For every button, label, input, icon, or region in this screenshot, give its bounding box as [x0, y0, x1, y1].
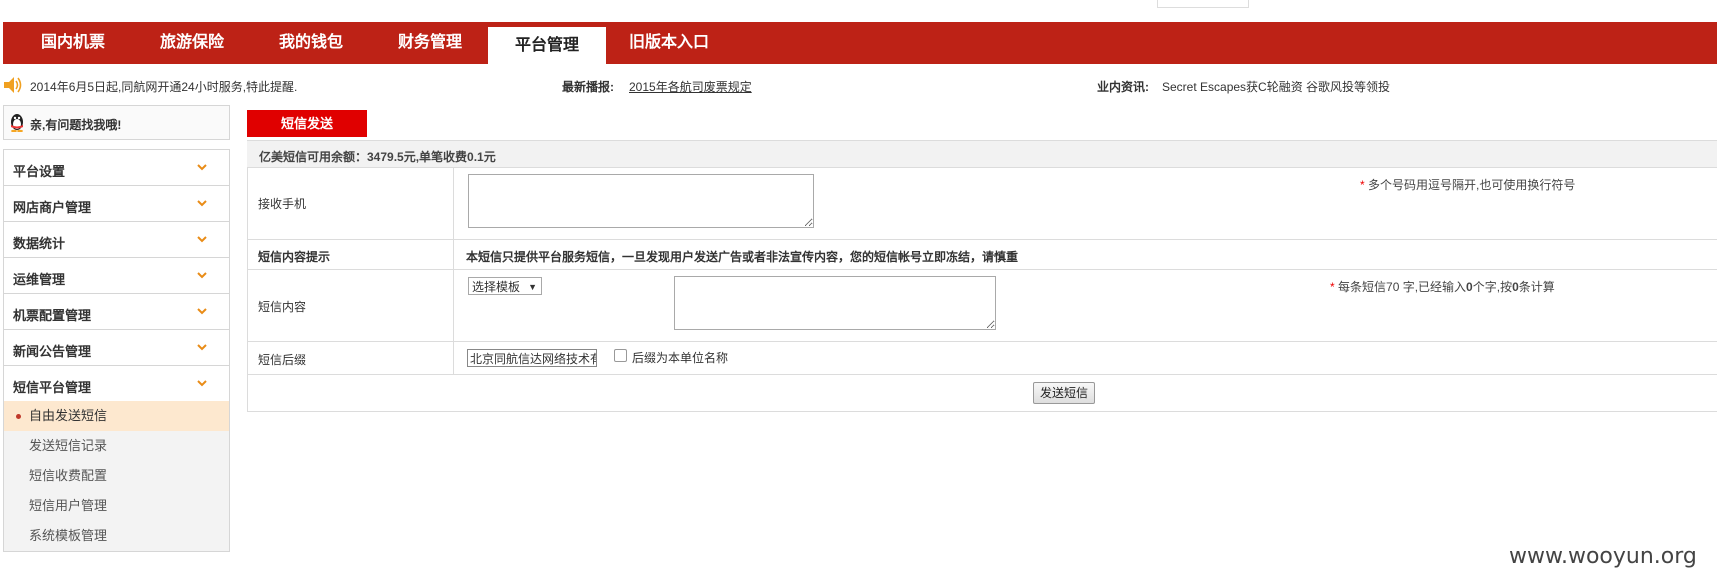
- sidebar-item-ticket-config[interactable]: 机票配置管理: [4, 294, 229, 330]
- form-label-cell: 短信内容提示: [248, 240, 454, 269]
- phone-numbers-textarea[interactable]: [468, 174, 814, 228]
- chevron-down-icon: [197, 272, 207, 279]
- form-row-suffix: 短信后缀 北京同航信达网络技术有限 后缀为本单位名称: [248, 342, 1717, 375]
- sms-form: 接收手机 * 多个号码用逗号隔开,也可使用换行符号 短信内容提示 本短信只提供平…: [247, 168, 1717, 412]
- top-strip: [0, 0, 1717, 22]
- submenu-item-sms-records[interactable]: 发送短信记录: [4, 431, 229, 461]
- typed-count: 0: [1466, 280, 1473, 294]
- required-star: *: [1330, 280, 1335, 294]
- form-row-content: 短信内容 选择模板 ▼ * 每条短信70 字,已经输入0个字,按0条计算: [248, 270, 1717, 342]
- sidebar-menu: 平台设置 网店商户管理 数据统计 运维管理 机票配置管理 新闻公告管理 短信平台…: [3, 149, 230, 402]
- form-label-cell: 短信内容: [248, 270, 454, 341]
- required-star: *: [1360, 178, 1365, 192]
- qq-help-label: 亲,有问题找我哦!: [30, 118, 122, 132]
- sidebar-item-shop-merchants[interactable]: 网店商户管理: [4, 186, 229, 222]
- form-row-submit: 发送短信: [248, 375, 1717, 412]
- chevron-down-icon: [197, 200, 207, 207]
- sidebar-item-label: 新闻公告管理: [13, 344, 92, 359]
- submenu-item-send-sms[interactable]: 自由发送短信: [4, 401, 229, 431]
- send-sms-button[interactable]: 发送短信: [1033, 382, 1095, 404]
- template-select[interactable]: 选择模板 ▼: [468, 277, 542, 295]
- qq-penguin-icon: [11, 114, 23, 132]
- content-hint-c: 个字,按: [1472, 280, 1513, 294]
- submenu-item-label: 自由发送短信: [29, 408, 108, 423]
- content-hint: * 每条短信70 字,已经输入0个字,按0条计算: [1330, 278, 1555, 295]
- sms-submenu: 自由发送短信 发送短信记录 短信收费配置 短信用户管理 系统模板管理: [3, 401, 230, 552]
- nav-item-old-version[interactable]: 旧版本入口: [629, 22, 709, 64]
- sidebar-item-statistics[interactable]: 数据统计: [4, 222, 229, 258]
- chevron-down-icon: [197, 236, 207, 243]
- phone-hint-text: 多个号码用逗号隔开,也可使用换行符号: [1368, 178, 1576, 192]
- form-row-tip: 短信内容提示 本短信只提供平台服务短信，一旦发现用户发送广告或者非法宣传内容，您…: [248, 240, 1717, 270]
- chevron-down-icon: [197, 308, 207, 315]
- content-hint-e: 条计算: [1518, 280, 1555, 294]
- submenu-item-label: 系统模板管理: [29, 528, 108, 543]
- sidebar-item-label: 平台设置: [13, 164, 66, 179]
- notice-text: 2014年6月5日起,同航网开通24小时服务,特此提醒.: [30, 80, 298, 94]
- chevron-down-icon: [197, 344, 207, 351]
- phone-hint: * 多个号码用逗号隔开,也可使用换行符号: [1360, 176, 1575, 193]
- content-hint-a: 每条短信70 字,已经输入: [1338, 280, 1467, 294]
- form-row-phone: 接收手机 * 多个号码用逗号隔开,也可使用换行符号: [248, 168, 1717, 240]
- nav-item-domestic-tickets[interactable]: 国内机票: [41, 22, 105, 64]
- chevron-down-icon: [197, 380, 207, 387]
- industry-label: 业内资讯:: [1097, 80, 1149, 94]
- latest-link[interactable]: 2015年各航司废票规定: [629, 78, 752, 95]
- sidebar-item-ops[interactable]: 运维管理: [4, 258, 229, 294]
- tab-sms-send[interactable]: 短信发送: [247, 110, 367, 137]
- nav-item-travel-insurance[interactable]: 旅游保险: [160, 22, 224, 64]
- main-nav: 国内机票 旅游保险 我的钱包 财务管理 平台管理 旧版本入口: [3, 22, 1717, 64]
- submenu-item-sms-fee-config[interactable]: 短信收费配置: [4, 461, 229, 491]
- sms-count: 0: [1512, 280, 1519, 294]
- nav-item-platform-admin[interactable]: 平台管理: [488, 27, 606, 64]
- nav-item-finance[interactable]: 财务管理: [398, 22, 462, 64]
- template-select-value: 选择模板: [472, 280, 521, 294]
- sidebar-item-label: 运维管理: [13, 272, 66, 287]
- industry-news-link[interactable]: Secret Escapes获C轮融资 谷歌风投等领投: [1162, 78, 1390, 95]
- bullet-icon: [16, 414, 21, 419]
- chevron-down-icon: [197, 164, 207, 171]
- phone-label: 接收手机: [258, 197, 307, 211]
- qq-help-box[interactable]: 亲,有问题找我哦!: [3, 105, 230, 140]
- suffix-label: 短信后缀: [258, 353, 307, 367]
- watermark: www.wooyun.org: [1509, 544, 1697, 569]
- form-label-cell: 短信后缀: [248, 342, 454, 374]
- sidebar-item-label: 数据统计: [13, 236, 66, 251]
- sidebar-item-label: 短信平台管理: [13, 380, 92, 395]
- submenu-item-label: 短信收费配置: [29, 468, 108, 483]
- sms-balance-bar: 亿美短信可用余额：3479.5元,单笔收费0.1元: [247, 140, 1717, 168]
- submenu-item-system-templates[interactable]: 系统模板管理: [4, 521, 229, 551]
- suffix-checkbox-label: 后缀为本单位名称: [632, 351, 729, 365]
- sms-content-textarea[interactable]: [674, 276, 996, 330]
- news-bar: 2014年6月5日起,同航网开通24小时服务,特此提醒. 最新播报: 2015年…: [0, 68, 1717, 102]
- submenu-item-label: 短信用户管理: [29, 498, 108, 513]
- tip-label: 短信内容提示: [258, 250, 331, 264]
- form-label-cell: 接收手机: [248, 168, 454, 239]
- submenu-item-sms-users[interactable]: 短信用户管理: [4, 491, 229, 521]
- tip-text: 本短信只提供平台服务短信，一旦发现用户发送广告或者非法宣传内容，您的短信帐号立即…: [466, 250, 1019, 264]
- top-search-box-edge[interactable]: [1157, 0, 1249, 8]
- sidebar-item-label: 网店商户管理: [13, 200, 92, 215]
- sidebar-item-label: 机票配置管理: [13, 308, 92, 323]
- sidebar-item-sms-platform[interactable]: 短信平台管理: [4, 366, 229, 402]
- nav-item-my-wallet[interactable]: 我的钱包: [279, 22, 343, 64]
- content-label: 短信内容: [258, 300, 307, 314]
- sms-balance-text: 亿美短信可用余额：3479.5元,单笔收费0.1元: [259, 150, 496, 164]
- sidebar-item-news-announcements[interactable]: 新闻公告管理: [4, 330, 229, 366]
- suffix-input[interactable]: 北京同航信达网络技术有限: [467, 349, 597, 367]
- submenu-item-label: 发送短信记录: [29, 438, 108, 453]
- dropdown-arrow-icon: ▼: [528, 282, 537, 292]
- sidebar-item-platform-settings[interactable]: 平台设置: [4, 150, 229, 186]
- speaker-icon: [4, 77, 22, 93]
- suffix-unit-name-checkbox[interactable]: [614, 349, 627, 362]
- latest-label: 最新播报:: [562, 80, 614, 94]
